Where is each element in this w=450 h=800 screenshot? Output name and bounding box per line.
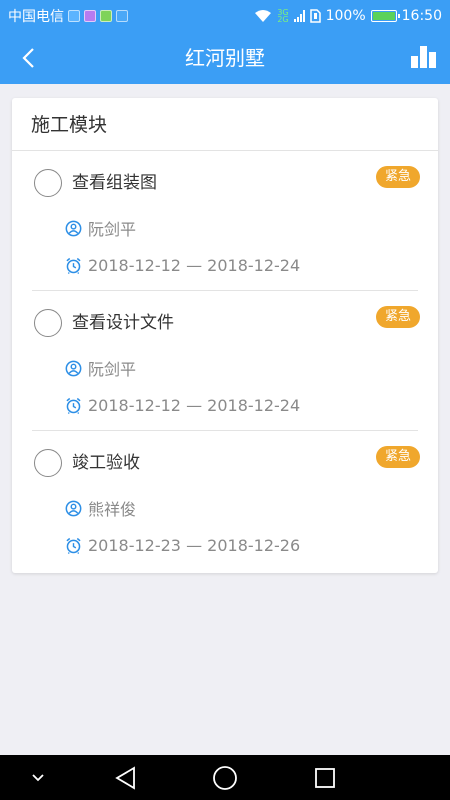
- status-bar: 中国电信 3G 2G 100% 16:50: [0, 0, 450, 32]
- nav-home-button[interactable]: [210, 764, 240, 792]
- section-title: 施工模块: [12, 98, 438, 151]
- bar-chart-icon: [428, 52, 436, 68]
- clock: 16:50: [401, 8, 442, 24]
- wifi-icon: [255, 10, 272, 22]
- task-name: 竣工验收: [72, 453, 140, 473]
- task-name: 查看组装图: [72, 173, 157, 193]
- urgent-badge: 紧急: [375, 446, 420, 468]
- notification-app-icon: [84, 10, 96, 22]
- task-item[interactable]: 竣工验收 紧急 熊祥俊 2018-12-23 — 2018-12-26: [32, 431, 420, 571]
- task-date-row: 2018-12-12 — 2018-12-24: [65, 396, 300, 415]
- task-assignee-row: 熊祥俊: [65, 496, 136, 520]
- urgent-badge: 紧急: [375, 166, 420, 188]
- system-navigation-bar: [0, 755, 450, 800]
- task-name: 查看设计文件: [72, 313, 174, 333]
- status-left: 中国电信: [8, 6, 128, 26]
- alarm-clock-icon: [66, 397, 81, 414]
- nav-back-button[interactable]: [110, 765, 140, 791]
- construction-module-card: 施工模块 查看组装图 紧急 阮剑平 2018-12-12 — 2018-12-2…: [12, 98, 438, 573]
- task-assignee-row: 阮剑平: [65, 356, 136, 380]
- task-date-row: 2018-12-12 — 2018-12-24: [65, 256, 300, 275]
- task-assignee: 阮剑平: [88, 220, 137, 239]
- task-checkbox[interactable]: [34, 309, 62, 337]
- chevron-down-icon: [32, 774, 44, 782]
- square-recents-icon: [315, 768, 335, 788]
- person-icon: [65, 220, 82, 236]
- statistics-button[interactable]: [408, 42, 438, 74]
- task-assignee-row: 阮剑平: [65, 216, 136, 240]
- battery-icon: [370, 10, 400, 22]
- back-button[interactable]: [14, 42, 42, 74]
- person-icon: [65, 500, 82, 516]
- battery-percentage: 100%: [325, 8, 366, 24]
- alarm-clock-icon: [66, 537, 81, 554]
- task-date-range: 2018-12-12 — 2018-12-24: [88, 256, 301, 275]
- task-checkbox[interactable]: [34, 449, 62, 477]
- network-type-indicator: 3G 2G: [277, 9, 289, 24]
- app-header: 红河别墅: [0, 32, 450, 84]
- task-assignee: 阮剑平: [88, 360, 137, 379]
- notification-app-icon: [116, 10, 128, 22]
- network-type-bottom: 2G: [277, 15, 289, 24]
- urgent-badge: 紧急: [375, 306, 420, 328]
- nav-recents-button[interactable]: [310, 765, 340, 791]
- task-date-range: 2018-12-12 — 2018-12-24: [88, 396, 301, 415]
- task-list: 查看组装图 紧急 阮剑平 2018-12-12 — 2018-12-24 查看设…: [12, 151, 438, 571]
- sim-icon: [309, 9, 321, 23]
- task-date-row: 2018-12-23 — 2018-12-26: [65, 536, 300, 555]
- task-date-range: 2018-12-23 — 2018-12-26: [88, 536, 301, 555]
- notification-app-icon: [68, 10, 80, 22]
- bar-chart-icon: [419, 46, 427, 68]
- notification-app-icon: [100, 10, 112, 22]
- back-chevron-icon: [22, 48, 34, 68]
- bar-chart-icon: [410, 56, 418, 68]
- alarm-clock-icon: [66, 257, 81, 274]
- task-checkbox[interactable]: [34, 169, 62, 197]
- status-right: 3G 2G 100% 16:50: [254, 8, 442, 24]
- triangle-back-icon: [115, 766, 135, 790]
- signal-icon: [293, 10, 305, 22]
- page-title: 红河别墅: [185, 46, 265, 70]
- task-item[interactable]: 查看组装图 紧急 阮剑平 2018-12-12 — 2018-12-24: [32, 151, 420, 291]
- circle-home-icon: [213, 766, 237, 790]
- task-item[interactable]: 查看设计文件 紧急 阮剑平 2018-12-12 — 2018-12-24: [32, 291, 420, 431]
- carrier-label: 中国电信: [8, 9, 64, 25]
- hide-nav-button[interactable]: [26, 769, 50, 787]
- task-assignee: 熊祥俊: [88, 500, 137, 519]
- person-icon: [65, 360, 82, 376]
